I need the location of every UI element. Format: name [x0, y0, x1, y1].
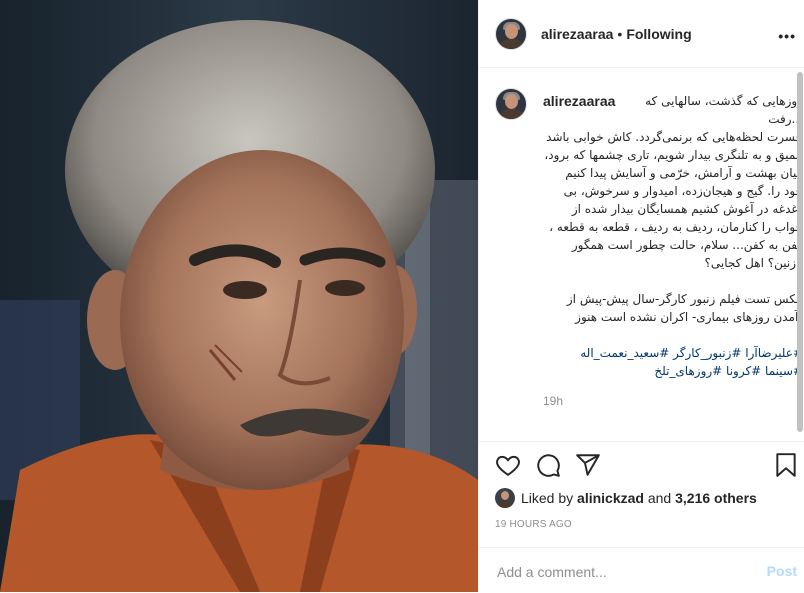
post-photo[interactable]	[0, 0, 478, 592]
add-comment-bar: Post	[479, 547, 804, 593]
post-timestamp[interactable]: 19 HOURS AGO	[495, 519, 572, 530]
post-details-panel: alirezaaraa • Following ••• alirezaaraa …	[478, 0, 804, 592]
likes-summary: Liked by alinickzad and 3,216 others	[495, 488, 757, 508]
heart-icon[interactable]	[495, 452, 521, 483]
likes-count[interactable]: 3,216 others	[675, 490, 757, 506]
following-button[interactable]: Following	[626, 26, 691, 42]
caption-time: 19h	[543, 394, 564, 408]
caption-username[interactable]: alirezaaraa	[543, 92, 615, 110]
caption-dot-2: .	[543, 326, 797, 344]
caption-paragraph-2: عکس تست فیلم زنبور کارگر-سال پیش-پیش از …	[566, 292, 797, 324]
likes-prefix: Liked by	[521, 490, 574, 506]
author-username[interactable]: alirezaaraa	[541, 26, 613, 42]
comments-section[interactable]: alirezaaraa روزهایی که گذشت، سالهایی که …	[479, 68, 797, 440]
caption-hashtags[interactable]: #علیرضاآرا #زنبور_کارگر #سعید_نعمت_اله #…	[543, 344, 797, 380]
comment-input[interactable]	[495, 561, 739, 583]
separator-dot: •	[617, 25, 623, 42]
liker-avatar[interactable]	[495, 488, 515, 508]
more-options-icon[interactable]: •••	[778, 28, 796, 44]
caption-line1: روزهایی که گذشت، سالهایی که ...رفت	[645, 94, 797, 126]
caption-text: alirezaaraa روزهایی که گذشت، سالهایی که …	[543, 92, 797, 410]
comment-icon[interactable]	[535, 452, 561, 483]
paper-plane-icon[interactable]	[575, 452, 601, 483]
action-bar	[479, 441, 804, 490]
caption-first-line: alirezaaraa روزهایی که گذشت، سالهایی که …	[543, 92, 797, 128]
liker-username[interactable]: alinickzad	[577, 490, 644, 506]
post-header: alirezaaraa • Following •••	[479, 0, 804, 68]
caption-paragraph-1: حسرت لحظه‌هایی که برنمی‌گردد. کاش خوابی …	[544, 130, 797, 270]
portrait-image	[0, 0, 478, 592]
post-comment-button[interactable]: Post	[767, 563, 797, 579]
caption-dot-1: .	[543, 272, 797, 290]
likes-and: and	[647, 490, 672, 506]
caption-avatar[interactable]	[495, 88, 527, 120]
scrollbar-thumb[interactable]	[797, 72, 803, 432]
comments-scrollbar[interactable]	[796, 68, 804, 440]
bookmark-icon[interactable]	[775, 452, 797, 483]
author-avatar[interactable]	[495, 17, 527, 50]
